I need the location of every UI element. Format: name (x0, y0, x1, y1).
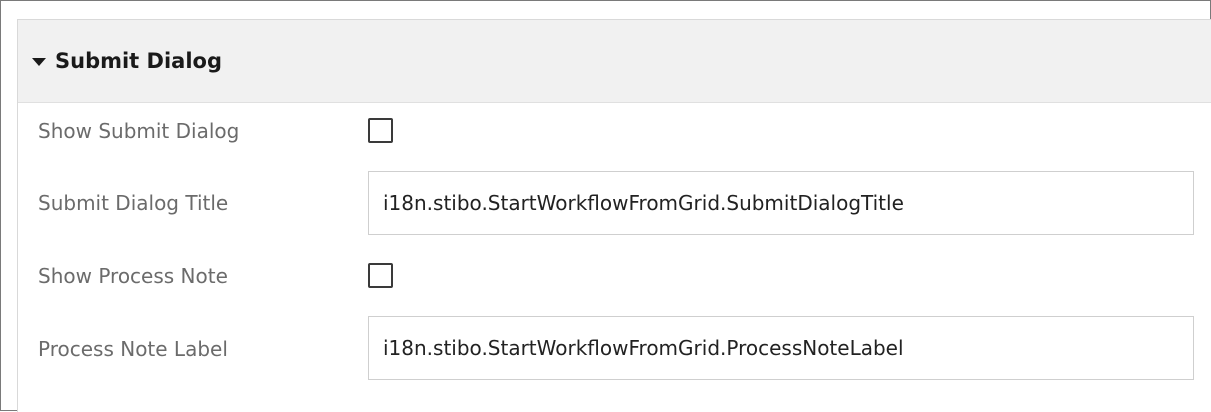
show-submit-dialog-checkbox[interactable] (368, 118, 393, 143)
submit-dialog-section-header[interactable]: Submit Dialog (18, 20, 1211, 103)
show-process-note-label: Show Process Note (38, 264, 228, 288)
submit-dialog-title-input[interactable]: i18n.stibo.StartWorkflowFromGrid.SubmitD… (368, 171, 1194, 235)
section-title: Submit Dialog (55, 49, 222, 73)
show-submit-dialog-label: Show Submit Dialog (38, 119, 240, 143)
submit-dialog-title-label: Submit Dialog Title (38, 191, 229, 215)
process-note-label-input[interactable]: i18n.stibo.StartWorkflowFromGrid.Process… (368, 316, 1194, 380)
show-process-note-checkbox[interactable] (368, 263, 393, 288)
window-frame: Submit Dialog Show Submit Dialog Submit … (0, 0, 1211, 412)
submit-dialog-panel: Submit Dialog Show Submit Dialog Submit … (17, 19, 1211, 412)
process-note-label-label: Process Note Label (38, 337, 228, 361)
caret-down-icon[interactable] (32, 58, 46, 66)
